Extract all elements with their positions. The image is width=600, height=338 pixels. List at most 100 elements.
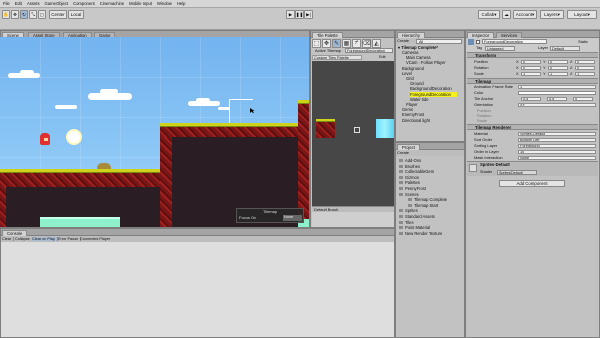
project-folder[interactable]: Palettes xyxy=(399,180,420,185)
eraser-tool-button[interactable]: ⌫ xyxy=(362,39,371,48)
project-folder[interactable]: Standard Assets xyxy=(399,214,435,219)
console-log-area[interactable] xyxy=(1,242,394,337)
static-toggle[interactable]: Static xyxy=(578,40,588,45)
console-error-pause-button[interactable]: Error Pause xyxy=(58,236,82,241)
layer-dropdown[interactable]: Default xyxy=(550,45,580,51)
tag-dropdown[interactable]: Untagged xyxy=(485,45,515,51)
project-folder[interactable]: Scenes xyxy=(399,192,419,197)
menu-edit[interactable]: Edit xyxy=(15,1,22,6)
scene-viewport[interactable]: Tilemap Focus On None xyxy=(0,37,309,227)
renderer-row-value[interactable]: 10 xyxy=(518,149,596,154)
menu-cinemachine[interactable]: Cinemachine xyxy=(100,1,124,6)
box-fill-tool-button[interactable]: ▦ xyxy=(342,39,351,48)
project-folder[interactable]: Tilemap Complete xyxy=(408,197,447,202)
palette-dropdown[interactable]: Custom Tiles Palette xyxy=(312,55,362,60)
console-connected-player-dropdown[interactable]: Connected Player xyxy=(80,237,110,241)
shader-dropdown[interactable]: Sprites/Default xyxy=(497,169,537,175)
tilemap-renderer-header[interactable]: Tilemap Renderer xyxy=(467,124,598,130)
folder-icon xyxy=(399,231,403,235)
anim-frame-rate-field[interactable]: 1 xyxy=(518,84,596,89)
project-folder-label: Standard Assets xyxy=(405,214,435,219)
pivot-toggle[interactable]: Center xyxy=(49,10,67,19)
transform-scale-x-field[interactable]: 1 xyxy=(521,71,541,76)
picker-tool-button[interactable]: ⌿ xyxy=(352,39,361,48)
orientation-dropdown[interactable]: XY xyxy=(518,102,596,107)
hierarchy-search-input[interactable]: All xyxy=(416,38,462,44)
cloud-button[interactable]: ☁ xyxy=(502,10,511,19)
focus-on-dropdown[interactable]: None xyxy=(283,215,302,221)
select-tool-button[interactable]: ⬚ xyxy=(312,39,321,48)
transform-position-y-field[interactable]: 0 xyxy=(548,59,568,64)
project-folder[interactable]: New Render Texture xyxy=(399,231,442,236)
transform-scale-y-field[interactable]: 1 xyxy=(548,71,568,76)
console-clear-button[interactable]: Clear xyxy=(2,236,15,241)
scale-tool-button[interactable]: ⤡ xyxy=(29,10,37,19)
tile-anchor-z-field[interactable]: 0 xyxy=(573,96,593,101)
add-component-button[interactable]: Add Component xyxy=(499,180,565,187)
step-button[interactable]: ▶| xyxy=(304,10,313,19)
transform-rotation-y-field[interactable]: 0 xyxy=(548,65,568,70)
hierarchy-create-button[interactable]: Create xyxy=(397,39,409,44)
move-tile-tool-button[interactable]: ✥ xyxy=(322,39,331,48)
project-folder[interactable]: Add-Ons xyxy=(399,158,421,163)
console-collapse-button[interactable]: Collapse xyxy=(15,236,33,241)
renderer-row-value[interactable]: Bottom Left xyxy=(518,137,596,142)
layers-dropdown[interactable]: Layers ▾ xyxy=(540,10,564,19)
transform-rotation-z-field[interactable]: 0 xyxy=(575,65,595,70)
project-folder[interactable]: Point Material xyxy=(399,225,430,230)
fill-tool-button[interactable]: ◭ xyxy=(372,39,381,48)
project-folder[interactable]: Tilemap Start xyxy=(408,203,438,208)
tile-anchor-y-field[interactable]: 0.5 xyxy=(547,96,567,101)
project-folder[interactable]: CollectableGem xyxy=(399,169,434,174)
active-tilemap-dropdown[interactable]: ForegroundDecoration xyxy=(345,48,393,53)
hand-tool-button[interactable]: ✋ xyxy=(2,10,10,19)
menu-window[interactable]: Window xyxy=(157,1,172,6)
rect-tool-button[interactable]: ▢ xyxy=(38,10,46,19)
pause-button[interactable]: ❚❚ xyxy=(295,10,304,19)
tile-anchor-x-field[interactable]: 0.5 xyxy=(521,96,541,101)
layout-dropdown[interactable]: Layout ▾ xyxy=(567,10,597,19)
light-gizmo-icon[interactable] xyxy=(68,131,80,143)
palette-selected-cell[interactable] xyxy=(354,127,360,133)
renderer-row-value[interactable]: Foreground xyxy=(518,143,596,148)
menu-component[interactable]: Component xyxy=(73,1,95,6)
project-create-button[interactable]: Create xyxy=(397,151,409,156)
transform-position-z-field[interactable]: 0 xyxy=(575,59,595,64)
object-name-field[interactable]: ForegroundDecoration xyxy=(482,39,547,44)
renderer-row-value[interactable]: Sprites-Default xyxy=(518,131,596,136)
transform-position-x-field[interactable]: 0 xyxy=(521,59,541,64)
palette-edit-button[interactable]: Edit xyxy=(379,55,386,59)
axis-label: Y xyxy=(543,59,546,64)
console-clear-on-play-button[interactable]: Clear on Play xyxy=(32,236,58,241)
renderer-row-value[interactable]: None xyxy=(518,155,596,160)
project-folder[interactable]: Brushes xyxy=(399,164,420,169)
menu-help[interactable]: Help xyxy=(177,1,186,6)
paint-tool-button[interactable]: ✎ xyxy=(332,39,341,48)
color-swatch[interactable] xyxy=(518,90,596,95)
menu-file[interactable]: File xyxy=(3,1,10,6)
hierarchy-item[interactable]: Directional light xyxy=(402,118,430,123)
project-folder[interactable]: PennyFrost xyxy=(399,186,426,191)
palette-grid-area[interactable] xyxy=(312,61,394,206)
active-checkbox[interactable] xyxy=(476,40,480,44)
menu-gameobject[interactable]: GameObject xyxy=(45,1,69,6)
menu-mobile-input[interactable]: Mobile Input xyxy=(129,1,152,6)
project-folder[interactable]: Sprites xyxy=(399,208,418,213)
menu-assets[interactable]: Assets xyxy=(27,1,40,6)
project-folder[interactable]: Tiles xyxy=(399,220,414,225)
move-tool-button[interactable]: ✥ xyxy=(11,10,19,19)
tilemap-renderer-title: Tilemap Renderer xyxy=(475,125,512,130)
space-toggle[interactable]: Local xyxy=(68,10,84,19)
tab-tile-palette[interactable]: Tile Palette xyxy=(312,32,343,38)
transform-rotation-x-field[interactable]: 0 xyxy=(521,65,541,70)
transform-scale-z-field[interactable]: 1 xyxy=(575,71,595,76)
rotate-tool-button[interactable]: ↻ xyxy=(20,10,28,19)
cloud-sprite xyxy=(20,70,34,75)
collab-dropdown[interactable]: Collab ▾ xyxy=(478,10,500,19)
account-dropdown[interactable]: Account ▾ xyxy=(513,10,537,19)
project-folder[interactable]: Gizmos xyxy=(399,175,419,180)
palette-water-tile[interactable] xyxy=(376,119,394,138)
play-button[interactable]: ▶ xyxy=(286,10,295,19)
transform-header[interactable]: Transform xyxy=(467,52,598,58)
cloud-icon: ☁ xyxy=(504,11,509,17)
